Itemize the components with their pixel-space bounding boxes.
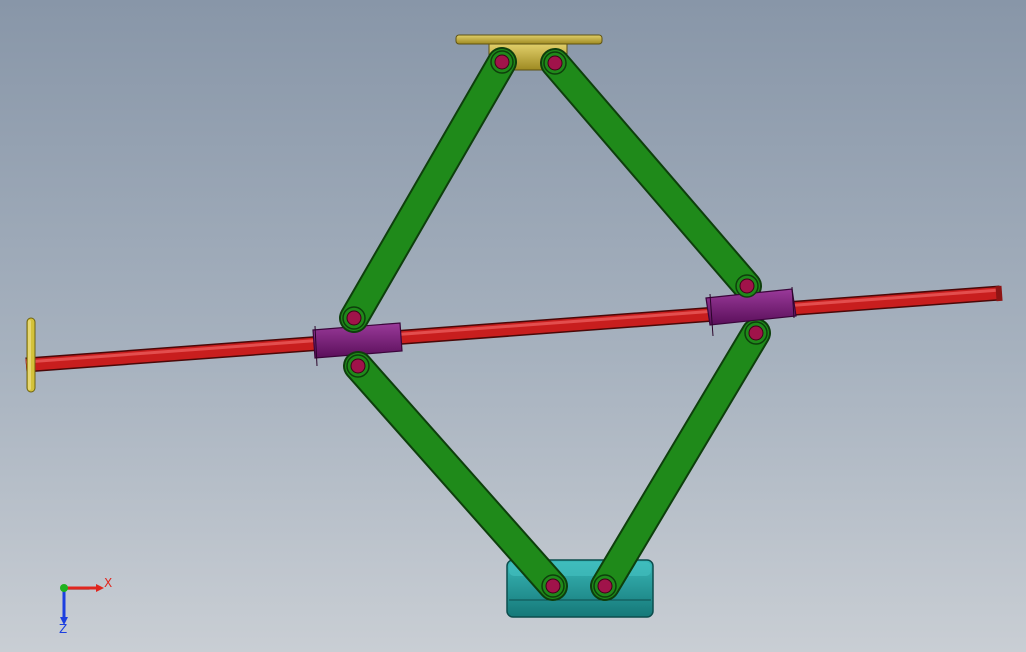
- graphics-viewport[interactable]: X Z: [0, 0, 1026, 652]
- crank-handle[interactable]: [26, 317, 36, 393]
- arm-lower-left[interactable]: [343, 351, 568, 601]
- pin-mid-right-upper[interactable]: [735, 274, 759, 298]
- triad-y-axis: [60, 584, 68, 592]
- pin-bottom-right[interactable]: [593, 574, 617, 598]
- reference-triad: X Z: [59, 576, 112, 636]
- top-plate[interactable]: [455, 34, 603, 71]
- pin-mid-left-upper[interactable]: [342, 306, 366, 330]
- arm-upper-left[interactable]: [339, 47, 517, 333]
- pin-top-right[interactable]: [543, 51, 567, 75]
- triad-x-label: X: [104, 576, 112, 590]
- lead-screw[interactable]: [25, 285, 1003, 373]
- pin-mid-right-lower[interactable]: [744, 321, 768, 345]
- arm-lower-right[interactable]: [590, 318, 771, 601]
- scissor-jack-model[interactable]: X Z: [0, 0, 1026, 652]
- pin-top-left[interactable]: [490, 50, 514, 74]
- triad-x-arrow: [96, 584, 104, 592]
- triad-z-label: Z: [59, 622, 67, 636]
- arm-upper-right[interactable]: [540, 48, 762, 301]
- pin-mid-left-lower[interactable]: [346, 354, 370, 378]
- pin-bottom-left[interactable]: [541, 574, 565, 598]
